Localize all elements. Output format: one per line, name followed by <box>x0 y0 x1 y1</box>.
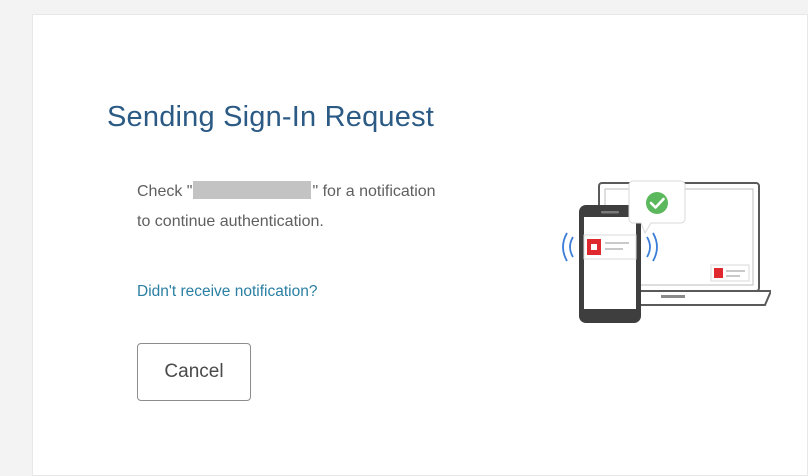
page-title: Sending Sign-In Request <box>107 101 435 133</box>
didnt-receive-notification-link[interactable]: Didn't receive notification? <box>137 283 317 301</box>
redacted-device-name <box>193 181 312 199</box>
message-line-2: to continue authentication. <box>137 213 324 230</box>
sign-in-request-card: Sending Sign-In Request Check " " for a n… <box>32 14 808 476</box>
phone-laptop-notification-illustration <box>562 180 771 323</box>
cancel-button[interactable]: Cancel <box>137 343 251 401</box>
notification-message: Check " " for a notification to continue … <box>137 177 537 237</box>
message-suffix: " for a notification <box>312 183 436 200</box>
message-prefix: Check " <box>137 183 193 200</box>
